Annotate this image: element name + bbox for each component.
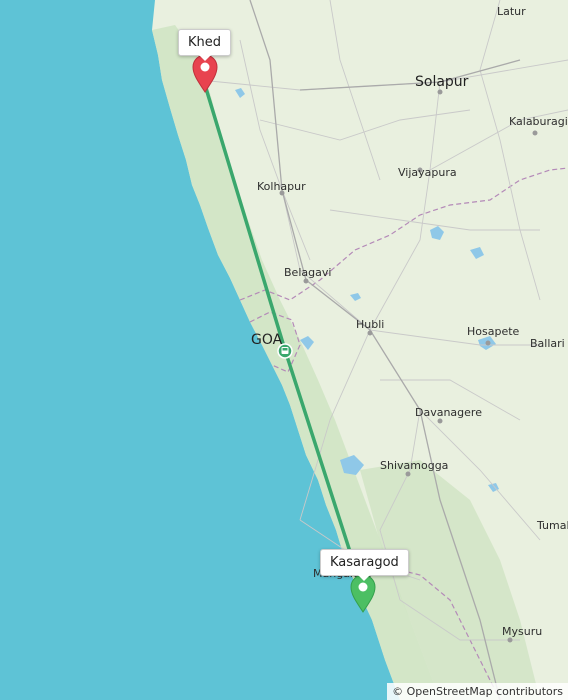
city-label-shivamogga: Shivamogga xyxy=(380,459,448,472)
state-label-goa: GOA xyxy=(251,332,283,348)
city-label-tumakuru: Tumal xyxy=(536,519,568,532)
city-label-kalaburagi: Kalaburagi xyxy=(509,115,568,128)
destination-label: Kasaragod xyxy=(320,549,409,581)
city-label-davanagere: Davanagere xyxy=(415,406,482,419)
city-label-ballari: Ballari xyxy=(530,337,565,350)
map-attribution[interactable]: © OpenStreetMap contributors xyxy=(387,683,568,700)
city-label-latur: Latur xyxy=(497,5,526,18)
city-label-hubli: Hubli xyxy=(356,318,384,331)
city-label-hosapete: Hosapete xyxy=(467,325,520,338)
map-canvas[interactable]: Latur Solapur Kalaburagi Vijayapura Kolh… xyxy=(0,0,568,700)
city-label-solapur: Solapur xyxy=(415,74,469,90)
city-label-vijayapura: Vijayapura xyxy=(398,166,457,179)
origin-label: Khed xyxy=(178,29,232,61)
city-label-belagavi: Belagavi xyxy=(284,266,331,279)
city-label-kolhapur: Kolhapur xyxy=(257,180,306,193)
city-label-mysuru: Mysuru xyxy=(502,625,542,638)
